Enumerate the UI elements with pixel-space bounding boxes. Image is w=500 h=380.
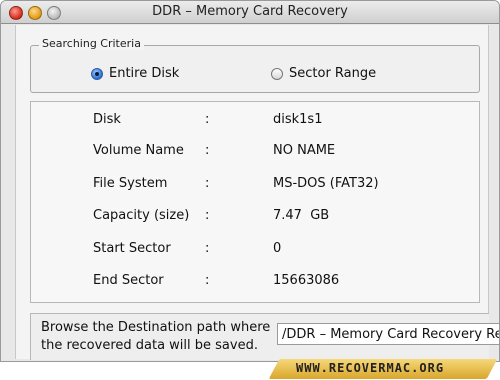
main-panel: Searching Criteria Entire Disk Sector Ra… xyxy=(15,25,499,360)
website-banner-text: WWW.RECOVERMAC.ORG xyxy=(296,361,445,375)
info-value: 7.47 GB xyxy=(273,208,330,223)
info-separator: : xyxy=(205,143,210,158)
window-title: DDR – Memory Card Recovery xyxy=(152,4,348,19)
info-separator: : xyxy=(205,112,210,127)
destination-path-field[interactable]: /DDR – Memory Card Recovery Re xyxy=(277,323,499,345)
disk-info-panel: Disk : disk1s1 Volume Name : NO NAME Fil… xyxy=(30,101,480,303)
info-value: MS-DOS (FAT32) xyxy=(273,176,379,191)
searching-criteria-group: Searching Criteria Entire Disk Sector Ra… xyxy=(30,37,480,93)
sector-range-label: Sector Range xyxy=(289,66,377,81)
info-row-start-sector: Start Sector : 0 xyxy=(31,241,479,259)
browse-destination-section: Browse the Destination path where the re… xyxy=(30,313,499,360)
entire-disk-radio[interactable]: Entire Disk xyxy=(91,66,179,81)
radio-selected-icon[interactable] xyxy=(91,67,103,80)
info-separator: : xyxy=(205,241,210,256)
info-label: Start Sector xyxy=(93,241,171,256)
title-bar[interactable]: DDR – Memory Card Recovery xyxy=(1,1,499,24)
info-label: Disk xyxy=(93,112,121,127)
info-separator: : xyxy=(205,176,210,191)
info-separator: : xyxy=(205,273,210,288)
info-row-capacity: Capacity (size) : 7.47 GB xyxy=(31,208,479,226)
searching-criteria-label: Searching Criteria xyxy=(39,37,144,50)
info-row-volume-name: Volume Name : NO NAME xyxy=(31,143,479,161)
info-row-end-sector: End Sector : 15663086 xyxy=(31,273,479,291)
info-value: 0 xyxy=(273,241,282,256)
info-label: Volume Name xyxy=(93,143,184,158)
info-value: disk1s1 xyxy=(273,112,323,127)
browse-instructions: Browse the Destination path where the re… xyxy=(41,320,271,353)
info-label: End Sector xyxy=(93,273,164,288)
info-row-file-system: File System : MS-DOS (FAT32) xyxy=(31,176,479,194)
info-separator: : xyxy=(205,208,210,223)
info-label: Capacity (size) xyxy=(93,208,190,223)
radio-unselected-icon[interactable] xyxy=(271,67,283,80)
info-label: File System xyxy=(93,176,168,191)
info-row-disk: Disk : disk1s1 xyxy=(31,112,479,130)
info-value: NO NAME xyxy=(273,143,336,158)
app-window: DDR – Memory Card Recovery Searching Cri… xyxy=(0,0,500,362)
entire-disk-label: Entire Disk xyxy=(109,66,180,81)
sector-range-radio[interactable]: Sector Range xyxy=(271,66,376,81)
info-value: 15663086 xyxy=(273,273,340,288)
